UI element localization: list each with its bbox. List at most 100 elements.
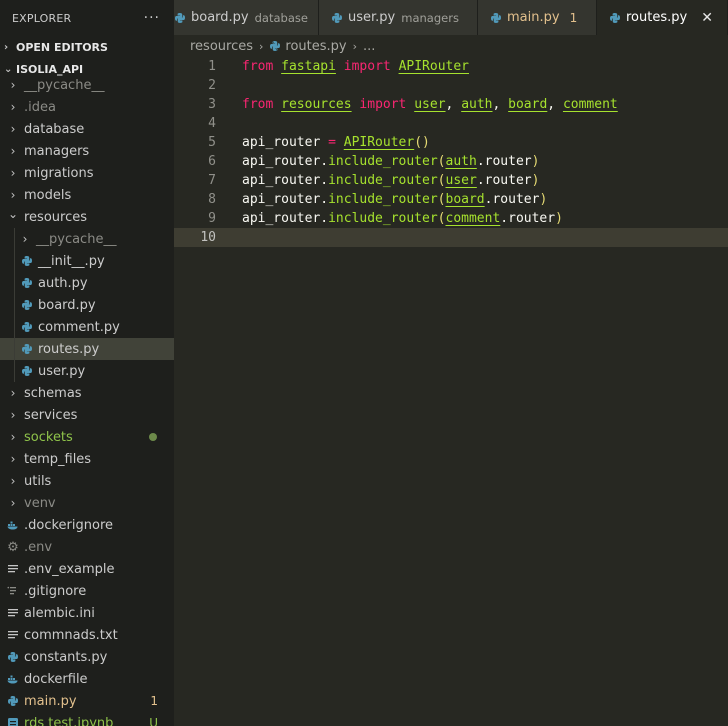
tree-item[interactable]: routes.py — [0, 338, 174, 360]
breadcrumb: resources › routes.py › ... — [174, 35, 728, 57]
code-line[interactable]: 7 api_router.include_router(user.router) — [174, 171, 728, 190]
tree-item[interactable]: › __pycache__ — [0, 228, 174, 250]
tree-item-label: constants.py — [24, 649, 108, 665]
tree-item[interactable]: auth.py — [0, 272, 174, 294]
code-token: board — [445, 192, 485, 207]
tree-item-label: routes.py — [38, 341, 100, 357]
tree-item-label: __pycache__ — [36, 231, 117, 247]
code-editor[interactable]: 1 from fastapi import APIRouter 2 3 from res… — [174, 57, 728, 726]
text-file-icon — [6, 562, 20, 576]
chevron-right-icon: › — [352, 39, 358, 53]
breadcrumb-more[interactable]: ... — [363, 39, 375, 54]
tree-item[interactable]: commnads.txt — [0, 624, 174, 646]
tree-item-label: user.py — [38, 363, 86, 379]
python-file-icon — [6, 650, 20, 664]
code-token: include_router — [328, 173, 438, 188]
tree-item[interactable]: __init__.py — [0, 250, 174, 272]
code-token: ) — [531, 154, 540, 169]
tree-item[interactable]: ⚙ .env — [0, 536, 174, 558]
python-file-icon — [269, 40, 281, 52]
tree-item-label: dockerfile — [24, 671, 88, 687]
tree-item[interactable]: constants.py — [0, 646, 174, 668]
code-line[interactable]: 8 api_router.include_router(board.router) — [174, 190, 728, 209]
code-line[interactable]: 4 — [174, 114, 728, 133]
explorer-header: EXPLORER ··· — [0, 0, 174, 36]
tree-item[interactable]: › database — [0, 118, 174, 140]
tree-item[interactable]: › managers — [0, 140, 174, 162]
text-file-icon — [6, 628, 20, 642]
tree-item[interactable]: › sockets — [0, 426, 174, 448]
tree-item[interactable]: ⌄ resources — [0, 206, 174, 228]
tree-item[interactable]: › migrations — [0, 162, 174, 184]
code-token: api_router. — [242, 154, 329, 169]
more-actions-icon[interactable]: ··· — [144, 10, 160, 26]
tree-item[interactable]: rds test.ipynb U — [0, 712, 174, 726]
tab-board-py[interactable]: board.py database — [174, 0, 319, 35]
tree-item[interactable]: board.py — [0, 294, 174, 316]
open-editors-section[interactable]: › OPEN EDITORS — [0, 36, 174, 58]
tree-item[interactable]: › utils — [0, 470, 174, 492]
tree-item[interactable]: › models — [0, 184, 174, 206]
breadcrumb-folder[interactable]: resources — [190, 39, 253, 54]
code-token: auth — [445, 154, 477, 169]
python-file-icon — [20, 298, 34, 312]
python-file-icon — [20, 254, 34, 268]
tree-item[interactable]: main.py 1 — [0, 690, 174, 712]
line-number: 9 — [208, 211, 216, 226]
code-token: user — [414, 97, 446, 112]
file-tree: › __pycache__ › .idea › database › managers › mig… — [0, 74, 174, 726]
close-tab-icon[interactable]: ✕ — [701, 10, 713, 26]
line-number: 4 — [208, 116, 216, 131]
code-text: api_router.include_router(user.router) — [242, 171, 539, 190]
tree-item[interactable]: › temp_files — [0, 448, 174, 470]
tab-routes-py[interactable]: routes.py ✕ — [597, 0, 728, 35]
tree-item-label: .env — [24, 539, 53, 555]
tree-item-label: commnads.txt — [24, 627, 118, 643]
tree-item-label: schemas — [24, 385, 82, 401]
tab-label: board.py — [191, 10, 249, 25]
code-token: .router — [476, 173, 532, 188]
tree-item[interactable]: .gitignore — [0, 580, 174, 602]
code-token: include_router — [328, 154, 438, 169]
tree-item[interactable]: › venv — [0, 492, 174, 514]
tree-item[interactable]: › schemas — [0, 382, 174, 404]
tab-user-py[interactable]: user.py managers — [319, 0, 478, 35]
python-file-icon — [20, 364, 34, 378]
tree-item[interactable]: comment.py — [0, 316, 174, 338]
breadcrumb-file[interactable]: routes.py — [285, 39, 346, 54]
line-number: 1 — [208, 59, 216, 74]
tree-item[interactable]: › services — [0, 404, 174, 426]
tree-item[interactable]: › __pycache__ — [0, 74, 174, 96]
code-token: api_router. — [242, 211, 329, 226]
line-number: 3 — [208, 97, 216, 112]
code-line[interactable]: 3 from resources import user, auth, board… — [174, 95, 728, 114]
tree-item[interactable]: dockerfile — [0, 668, 174, 690]
tree-item[interactable]: .dockerignore — [0, 514, 174, 536]
tree-item[interactable]: › .idea — [0, 96, 174, 118]
tree-item[interactable]: .env_example — [0, 558, 174, 580]
chevron-right-icon: › — [259, 39, 264, 53]
code-token: api_router. — [242, 192, 329, 207]
python-file-icon — [20, 342, 34, 356]
tab-main-py[interactable]: main.py 1 — [478, 0, 597, 35]
git-icon — [6, 584, 20, 598]
tab-description: database — [254, 10, 308, 25]
indent-guide — [14, 272, 15, 294]
code-line[interactable]: 1 from fastapi import APIRouter — [174, 57, 728, 76]
code-token: auth — [461, 97, 493, 112]
code-line[interactable]: 6 api_router.include_router(auth.router) — [174, 152, 728, 171]
tree-item-label: sockets — [24, 429, 73, 445]
chevron-right-icon: › — [4, 41, 9, 53]
code-token: .router — [476, 154, 532, 169]
tree-item[interactable]: alembic.ini — [0, 602, 174, 624]
code-line[interactable]: 10 — [174, 228, 728, 247]
code-line[interactable]: 9 api_router.include_router(comment.route… — [174, 209, 728, 228]
tree-item-label: __pycache__ — [24, 77, 105, 93]
chevron-down-icon: ⌄ — [7, 207, 19, 221]
code-token: .router — [500, 211, 556, 226]
code-line[interactable]: 2 — [174, 76, 728, 95]
tree-item[interactable]: user.py — [0, 360, 174, 382]
code-line[interactable]: 5 api_router = APIRouter() — [174, 133, 728, 152]
code-token: , — [445, 97, 462, 112]
